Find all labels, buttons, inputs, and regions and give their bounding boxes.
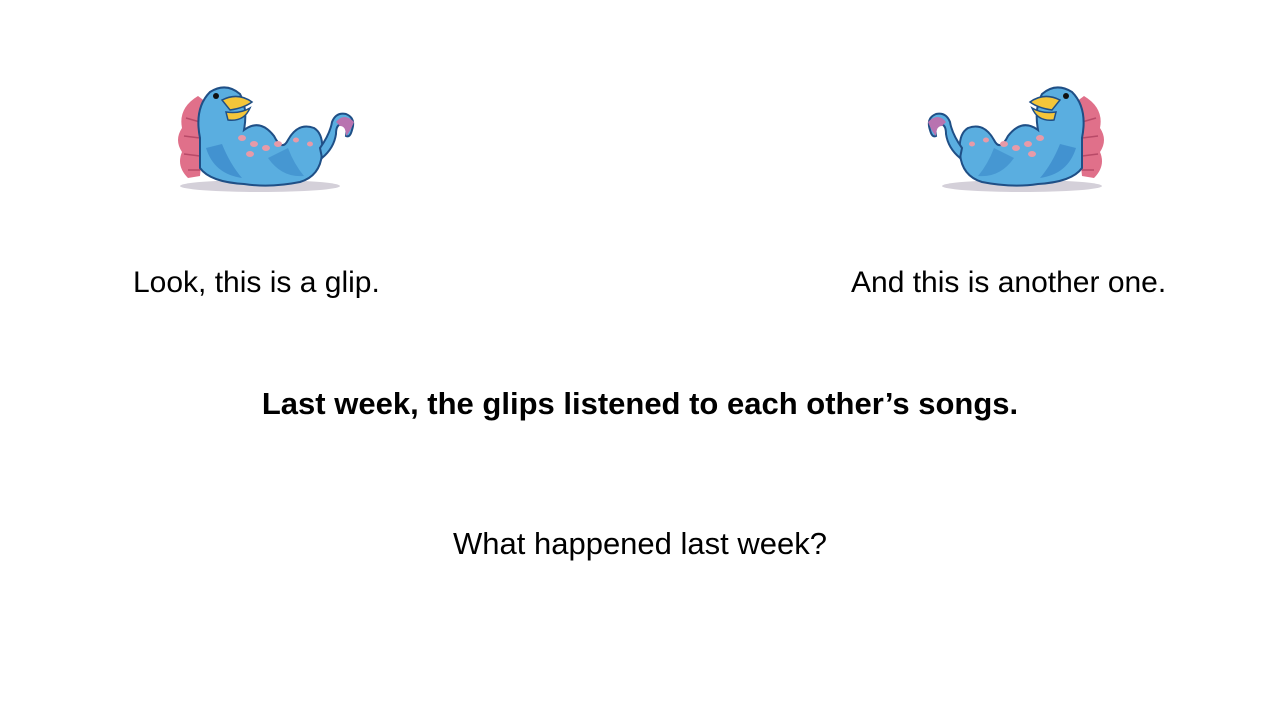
question-text: What happened last week? xyxy=(453,526,827,561)
left-caption: Look, this is a glip. xyxy=(133,266,380,299)
glip-creature-left xyxy=(170,78,360,196)
glip-creature-icon xyxy=(178,86,355,192)
glip-creature-icon xyxy=(927,86,1104,192)
right-caption: And this is another one. xyxy=(851,266,1167,299)
glip-creature-right xyxy=(922,78,1112,196)
statement-text: Last week, the glips listened to each ot… xyxy=(261,386,1019,421)
